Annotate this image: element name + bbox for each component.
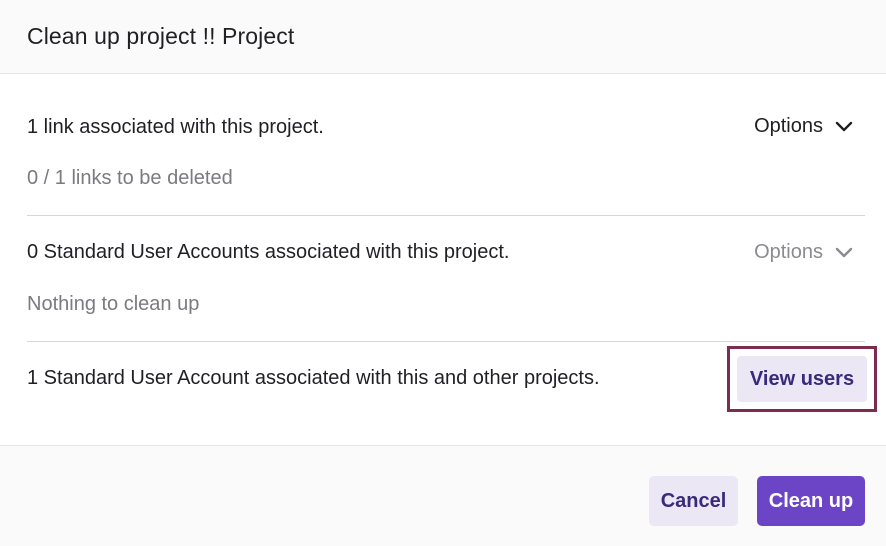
view-users-button[interactable]: View users: [737, 356, 867, 402]
dialog-title: Clean up project !! Project: [27, 23, 295, 49]
dialog-header: Clean up project !! Project: [0, 0, 886, 74]
standard-accounts-status: Nothing to clean up: [27, 293, 200, 315]
links-delete-status: 0 / 1 links to be deleted: [27, 167, 233, 189]
standard-accounts-options-dropdown: Options: [754, 241, 853, 264]
dialog-footer: Cancel Clean up: [0, 445, 886, 546]
cleanup-dialog: Clean up project !! Project 1 link assoc…: [0, 0, 886, 546]
standard-accounts-section: 0 Standard User Accounts associated with…: [27, 216, 865, 342]
standard-accounts-options-label: Options: [754, 241, 823, 263]
cancel-button[interactable]: Cancel: [649, 476, 738, 526]
links-options-label: Options: [754, 115, 823, 137]
shared-accounts-section: 1 Standard User Account associated with …: [27, 342, 877, 445]
links-section: 1 link associated with this project. 0 /…: [27, 74, 865, 216]
dialog-body: 1 link associated with this project. 0 /…: [0, 74, 886, 445]
shared-accounts-count-text: 1 Standard User Account associated with …: [27, 367, 600, 389]
links-options-dropdown[interactable]: Options: [754, 115, 853, 138]
links-count-text: 1 link associated with this project.: [27, 116, 324, 138]
clean-up-button[interactable]: Clean up: [757, 476, 865, 526]
chevron-down-icon: [835, 247, 853, 257]
chevron-down-icon: [835, 121, 853, 131]
view-users-highlight: View users: [727, 346, 877, 412]
standard-accounts-count-text: 0 Standard User Accounts associated with…: [27, 241, 510, 263]
